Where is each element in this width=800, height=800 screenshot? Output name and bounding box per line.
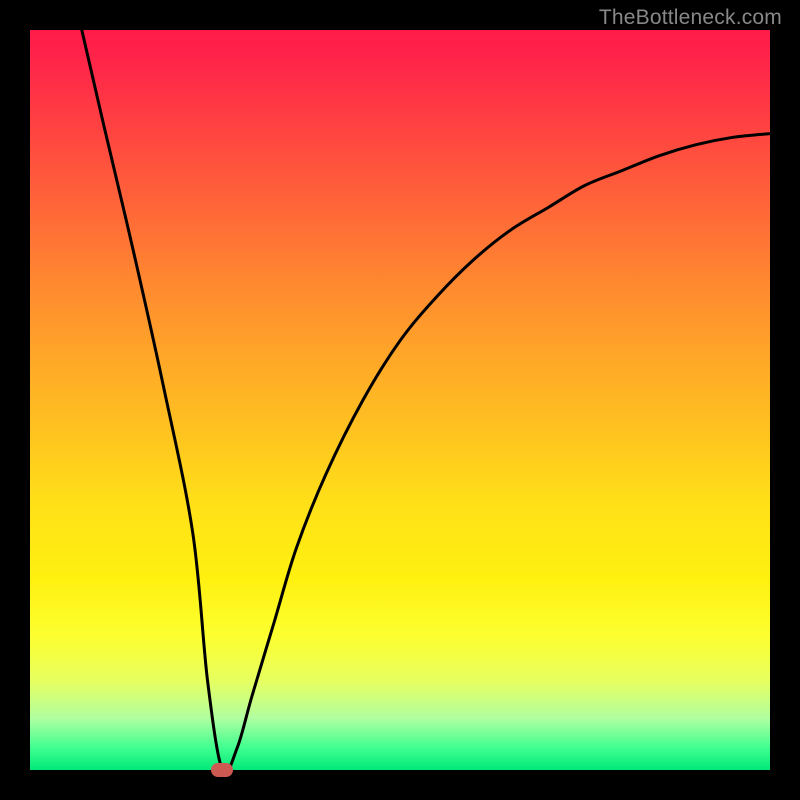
minimum-marker: [211, 763, 233, 777]
bottleneck-curve: [30, 30, 770, 770]
plot-area: [30, 30, 770, 770]
watermark-text: TheBottleneck.com: [599, 6, 782, 30]
chart-frame: TheBottleneck.com: [0, 0, 800, 800]
